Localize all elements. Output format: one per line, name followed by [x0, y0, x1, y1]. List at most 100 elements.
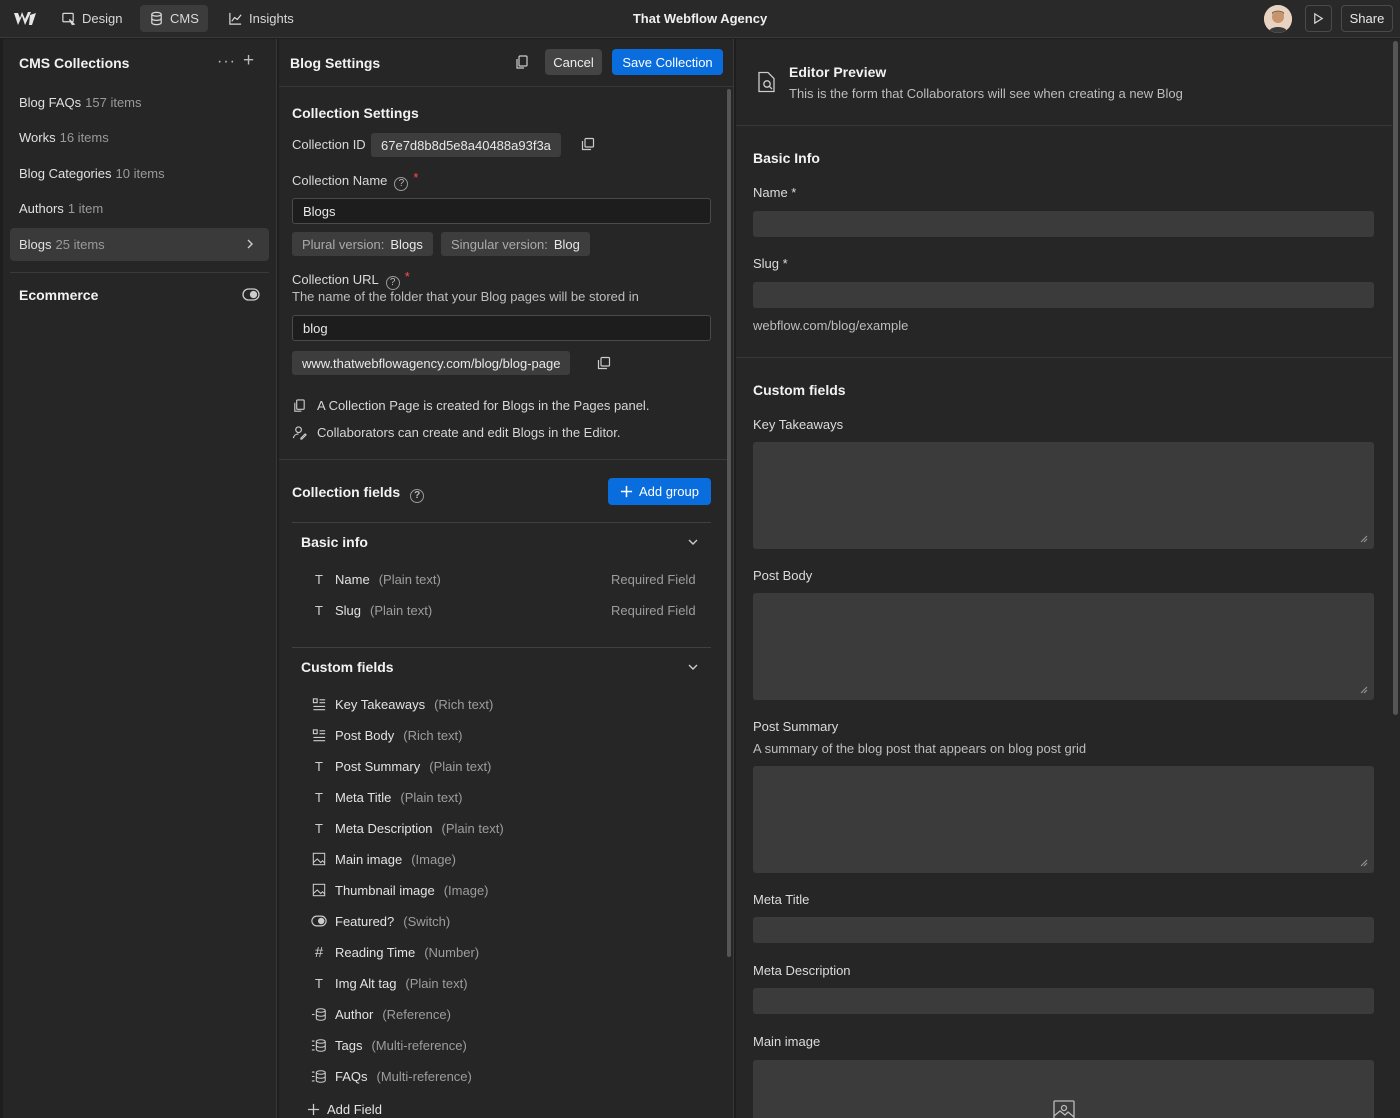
- field-row-name[interactable]: T Name (Plain text): [311, 571, 441, 587]
- preview-button[interactable]: [1305, 5, 1332, 32]
- collection-name-input[interactable]: Blogs: [292, 198, 711, 224]
- field-row-img-alt-tag[interactable]: T Img Alt tag (Plain text): [311, 975, 468, 991]
- field-type: (Rich text): [403, 727, 463, 743]
- more-options-icon[interactable]: ···: [217, 53, 236, 71]
- basic-info-title: Basic Info: [753, 150, 820, 166]
- insights-tab-label: Insights: [249, 11, 294, 26]
- collection-id-label: Collection ID: [292, 137, 366, 152]
- field-name: Reading Time: [335, 944, 416, 960]
- field-row-post-summary[interactable]: T Post Summary (Plain text): [311, 758, 491, 774]
- top-bar: Design CMS Insights That Webflow Agency …: [0, 0, 1400, 38]
- image-icon: [311, 851, 327, 867]
- sidebar-item-blog-faqs[interactable]: Blog FAQs 157 items: [10, 86, 269, 119]
- copy-icon[interactable]: [597, 356, 611, 370]
- collection-url-label-text: Collection URL: [292, 272, 379, 287]
- help-icon[interactable]: ?: [394, 177, 409, 191]
- copy-icon[interactable]: [581, 137, 595, 151]
- name-field-label: Name *: [753, 185, 797, 200]
- plural-version-chip[interactable]: Plural version: Blogs: [292, 232, 433, 256]
- collection-name-label-text: Collection Name: [292, 173, 388, 188]
- add-field-button[interactable]: Add Field: [307, 1102, 382, 1117]
- slug-preview-input[interactable]: [753, 282, 1374, 308]
- resize-grip-icon[interactable]: [1360, 686, 1368, 694]
- avatar[interactable]: [1264, 5, 1292, 33]
- resize-grip-icon[interactable]: [1360, 535, 1368, 543]
- field-name: Featured?: [335, 913, 395, 929]
- blog-settings-panel: Blog Settings Cancel Save Collection Col…: [279, 39, 734, 1118]
- multi-reference-icon: [311, 1037, 327, 1053]
- basic-info-group-title[interactable]: Basic info: [301, 534, 368, 550]
- field-row-tags[interactable]: Tags (Multi-reference): [311, 1037, 467, 1053]
- text-icon: T: [315, 820, 323, 836]
- multi-reference-icon: [311, 1068, 327, 1084]
- add-collection-icon[interactable]: +: [243, 51, 254, 71]
- post-summary-label: Post Summary: [753, 719, 839, 734]
- post-summary-textarea[interactable]: [753, 766, 1374, 873]
- field-name: Post Body: [335, 727, 395, 743]
- collection-name-label: Collection Name? *: [292, 170, 418, 191]
- collection-settings-title: Collection Settings: [292, 105, 419, 121]
- required-field-label: Required Field: [611, 572, 696, 587]
- name-preview-input[interactable]: [753, 211, 1374, 237]
- cms-collections-sidebar: CMS Collections ··· + Blog FAQs 157 item…: [3, 39, 277, 1118]
- sidebar-title: CMS Collections: [19, 55, 130, 71]
- duplicate-icon[interactable]: [514, 54, 530, 70]
- main-image-upload[interactable]: [753, 1060, 1374, 1118]
- field-type: (Plain text): [370, 602, 433, 618]
- editor-preview-panel: Editor Preview This is the form that Col…: [736, 39, 1400, 1118]
- field-row-reading-time[interactable]: # Reading Time (Number): [311, 944, 479, 961]
- reference-icon: [311, 1006, 327, 1022]
- field-row-meta-title[interactable]: T Meta Title (Plain text): [311, 789, 462, 805]
- slug-field-label: Slug *: [753, 256, 788, 271]
- field-name: Post Summary: [335, 758, 421, 774]
- share-button[interactable]: Share: [1341, 5, 1393, 32]
- preview-scrollbar[interactable]: [1393, 41, 1398, 715]
- insights-tab[interactable]: Insights: [219, 5, 303, 32]
- toggle-icon[interactable]: [242, 288, 260, 301]
- collection-count: 16 items: [59, 130, 109, 145]
- field-row-featured[interactable]: Featured? (Switch): [311, 913, 450, 929]
- text-icon: T: [315, 789, 323, 805]
- save-collection-button[interactable]: Save Collection: [612, 49, 723, 75]
- field-row-slug[interactable]: T Slug (Plain text): [311, 602, 432, 618]
- key-takeaways-textarea[interactable]: [753, 442, 1374, 549]
- custom-fields-group-title[interactable]: Custom fields: [301, 659, 394, 675]
- add-group-button[interactable]: Add group: [608, 478, 711, 505]
- collection-count: 25 items: [55, 237, 105, 252]
- sidebar-item-blogs[interactable]: Blogs 25 items: [10, 228, 269, 261]
- settings-scrollbar[interactable]: [727, 89, 731, 957]
- post-body-textarea[interactable]: [753, 593, 1374, 700]
- field-row-thumbnail-image[interactable]: Thumbnail image (Image): [311, 882, 489, 898]
- cancel-button[interactable]: Cancel: [545, 49, 602, 75]
- field-name: Slug: [335, 602, 362, 618]
- chevron-down-icon[interactable]: [686, 660, 700, 674]
- design-tab[interactable]: Design: [52, 5, 131, 32]
- field-row-faqs[interactable]: FAQs (Multi-reference): [311, 1068, 472, 1084]
- chevron-down-icon[interactable]: [686, 535, 700, 549]
- ecommerce-section-title: Ecommerce: [19, 287, 99, 303]
- webflow-logo-icon[interactable]: [12, 9, 38, 29]
- meta-title-input[interactable]: [753, 917, 1374, 943]
- collection-url-input[interactable]: blog: [292, 315, 711, 341]
- meta-description-input[interactable]: [753, 988, 1374, 1014]
- resize-grip-icon[interactable]: [1360, 859, 1368, 867]
- sidebar-item-authors[interactable]: Authors 1 item: [10, 192, 269, 225]
- field-row-main-image[interactable]: Main image (Image): [311, 851, 456, 867]
- field-row-author[interactable]: Author (Reference): [311, 1006, 451, 1022]
- sidebar-item-blog-categories[interactable]: Blog Categories 10 items: [10, 157, 269, 190]
- singular-version-chip[interactable]: Singular version: Blog: [441, 232, 590, 256]
- singular-value: Blog: [553, 236, 580, 252]
- design-icon: [62, 12, 76, 26]
- field-type: (Plain text): [429, 758, 492, 774]
- field-row-post-body[interactable]: Post Body (Rich text): [311, 727, 463, 743]
- field-name: Key Takeaways: [335, 696, 426, 712]
- settings-header: Blog Settings Cancel Save Collection: [279, 39, 733, 87]
- play-icon: [1314, 12, 1324, 25]
- help-icon[interactable]: ?: [385, 276, 400, 290]
- field-row-key-takeaways[interactable]: Key Takeaways (Rich text): [311, 696, 493, 712]
- sidebar-item-works[interactable]: Works 16 items: [10, 121, 269, 154]
- field-type: (Plain text): [378, 571, 441, 587]
- field-row-meta-description[interactable]: T Meta Description (Plain text): [311, 820, 504, 836]
- cms-tab[interactable]: CMS: [140, 5, 208, 32]
- help-icon[interactable]: ?: [410, 489, 425, 503]
